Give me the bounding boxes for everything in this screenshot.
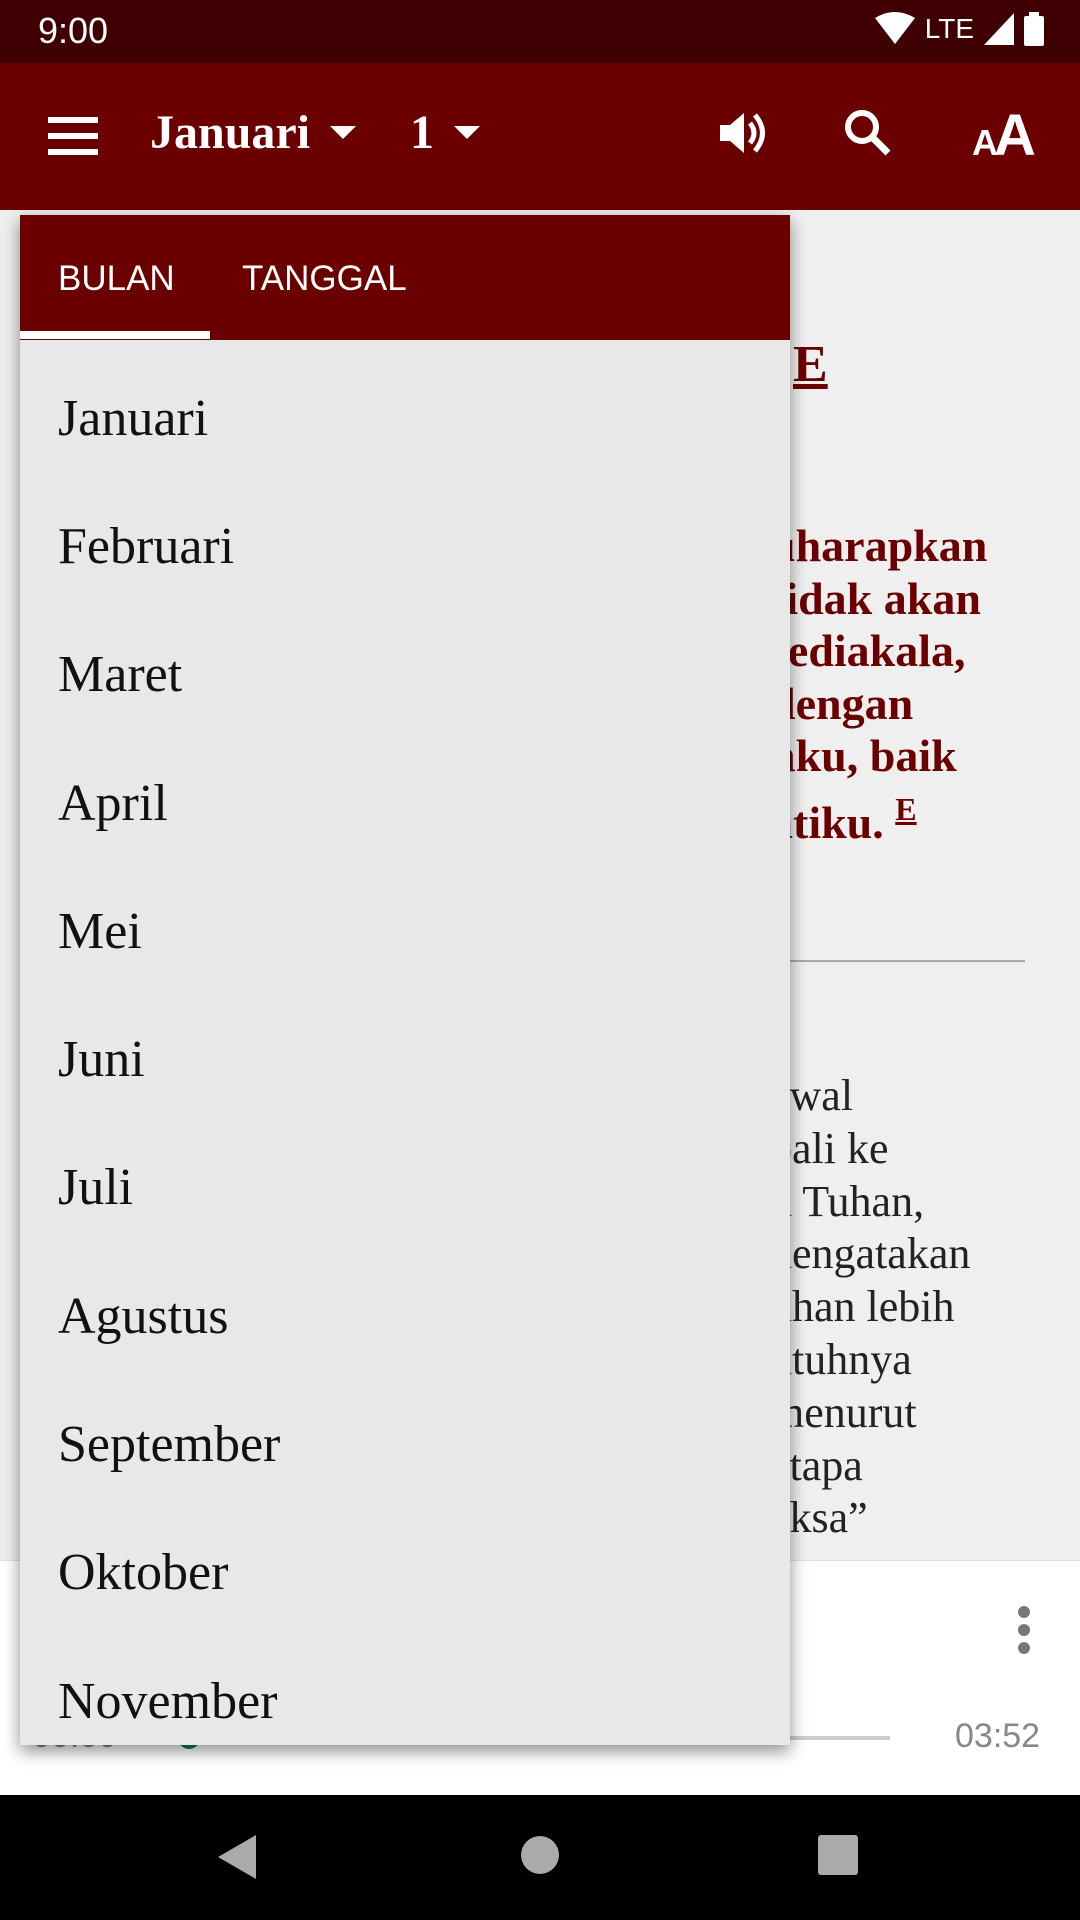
divider bbox=[790, 960, 1025, 962]
verse-line: uharapkan bbox=[770, 520, 988, 571]
footnote-link[interactable]: E bbox=[793, 335, 828, 394]
month-item[interactable]: September bbox=[20, 1380, 790, 1508]
month-item[interactable]: Oktober bbox=[20, 1509, 790, 1637]
picker-tabs: BULAN TANGGAL bbox=[20, 215, 790, 340]
volume-icon[interactable] bbox=[712, 103, 772, 163]
tab-tanggal[interactable]: TANGGAL bbox=[242, 259, 407, 299]
home-icon[interactable] bbox=[520, 1835, 560, 1875]
body-line: awal bbox=[770, 1071, 854, 1120]
month-selected: Januari bbox=[150, 106, 311, 159]
status-time: 9:00 bbox=[38, 10, 109, 51]
body-line: utuhnya bbox=[770, 1334, 912, 1384]
month-dropdown[interactable]: Januari bbox=[150, 105, 357, 160]
body-text: awal bali ke n Tuhan, nengatakan uhan le… bbox=[770, 1070, 970, 1545]
month-item[interactable]: Januari bbox=[20, 354, 790, 482]
body-line: etapa bbox=[770, 1440, 863, 1490]
caret-down-icon bbox=[330, 126, 357, 139]
recents-icon[interactable] bbox=[818, 1835, 858, 1875]
verse-ref-link[interactable]: E bbox=[895, 791, 916, 827]
verse-line: hku, baik bbox=[770, 730, 957, 781]
app-bar: Januari 1 AA bbox=[0, 63, 1080, 210]
day-dropdown[interactable]: 1 bbox=[410, 105, 480, 160]
navigation-bar bbox=[0, 1795, 1080, 1920]
battery-icon bbox=[1024, 12, 1044, 46]
tab-bulan[interactable]: BULAN bbox=[58, 259, 175, 299]
body-line: aksa” bbox=[770, 1493, 868, 1543]
month-item[interactable]: Juni bbox=[20, 995, 790, 1123]
svg-text:A: A bbox=[994, 103, 1036, 163]
month-item[interactable]: Maret bbox=[20, 611, 790, 739]
body-line: menurut bbox=[770, 1387, 917, 1437]
network-type: LTE bbox=[924, 13, 974, 44]
verse-line: dengan bbox=[770, 677, 914, 729]
body-line: n Tuhan, bbox=[770, 1176, 925, 1226]
back-icon[interactable] bbox=[218, 1835, 258, 1879]
month-item[interactable]: Mei bbox=[20, 867, 790, 995]
text-size-icon[interactable]: AA bbox=[972, 103, 1042, 163]
signal-icon bbox=[984, 13, 1014, 45]
month-item[interactable]: Agustus bbox=[20, 1252, 790, 1380]
duration-time: 03:52 bbox=[955, 1717, 1041, 1755]
month-item[interactable]: Februari bbox=[20, 482, 790, 610]
body-line: bali ke bbox=[770, 1123, 889, 1173]
status-bar: 9:00 LTE bbox=[0, 0, 1080, 63]
tab-indicator bbox=[20, 331, 210, 339]
verse-line: tidak akan bbox=[770, 572, 981, 624]
month-item[interactable]: April bbox=[20, 739, 790, 867]
body-line: uhan lebih bbox=[770, 1282, 955, 1332]
body-line: nengatakan bbox=[770, 1229, 971, 1279]
caret-down-icon bbox=[454, 126, 480, 139]
month-item[interactable]: Juli bbox=[20, 1124, 790, 1252]
search-icon[interactable] bbox=[838, 103, 898, 163]
wifi-icon bbox=[874, 12, 915, 44]
highlight-verse: uharapkan tidak akan sediakala, dengan h… bbox=[770, 520, 987, 849]
more-vert-icon[interactable] bbox=[1018, 1606, 1034, 1654]
menu-icon[interactable] bbox=[48, 117, 98, 155]
date-picker-popup: BULAN TANGGAL Januari Februari Maret Apr… bbox=[20, 215, 790, 1745]
day-selected: 1 bbox=[410, 106, 434, 159]
verse-line: sediakala, bbox=[770, 625, 966, 676]
month-item[interactable]: November bbox=[20, 1637, 790, 1745]
month-list[interactable]: Januari Februari Maret April Mei Juni Ju… bbox=[20, 340, 790, 1745]
